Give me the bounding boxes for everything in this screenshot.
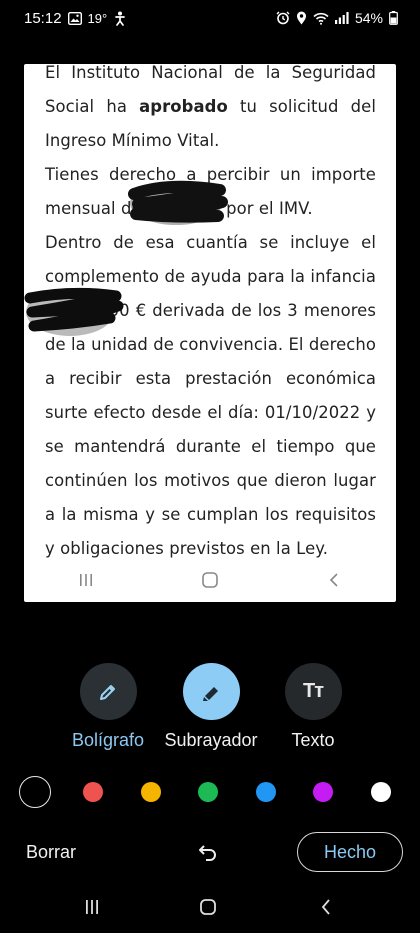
- color-swatch-purple[interactable]: [313, 782, 333, 802]
- alarm-icon: [276, 11, 290, 25]
- document-preview[interactable]: El Instituto Nacional de la Seguridad So…: [24, 64, 396, 602]
- back-icon: [321, 899, 330, 915]
- color-swatch-red[interactable]: [83, 782, 103, 802]
- recent-apps-icon: [66, 565, 106, 595]
- home-icon: [190, 565, 230, 595]
- done-button[interactable]: Hecho: [297, 832, 403, 872]
- editor-actions: Borrar Hecho: [0, 832, 420, 874]
- text-icon-glyph: Tт: [302, 680, 324, 702]
- status-time: 15:12: [24, 9, 62, 27]
- color-swatch-white[interactable]: [371, 782, 391, 802]
- pen-icon: [79, 663, 137, 720]
- back-button[interactable]: [311, 896, 341, 918]
- paragraph-approval: El Instituto Nacional de la Seguridad So…: [45, 64, 376, 150]
- status-battery-percent: 54%: [354, 10, 383, 26]
- highlighter-icon: [182, 663, 240, 720]
- approved-word: aprobado: [139, 97, 228, 116]
- battery-icon: [389, 11, 398, 25]
- status-bar: 15:12 19° 54%: [0, 0, 420, 36]
- color-swatch-yellow[interactable]: [141, 782, 161, 802]
- status-right: 54%: [276, 10, 398, 26]
- text-icon: Tт: [284, 663, 342, 720]
- location-icon: [296, 11, 307, 25]
- back-icon: [314, 565, 354, 595]
- text-tool-label: Texto: [291, 730, 335, 750]
- paragraph-details: Dentro de esa cuantía se incluye el comp…: [45, 233, 376, 558]
- undo-icon: [199, 845, 216, 861]
- status-left: 15:12 19°: [24, 10, 127, 27]
- color-swatch-black[interactable]: [19, 776, 51, 808]
- home-icon: [200, 899, 216, 915]
- home-button[interactable]: [193, 896, 223, 918]
- recent-apps-button[interactable]: [77, 896, 107, 918]
- wifi-icon: [313, 12, 329, 25]
- drawing-tools: Bolígrafo Subrayador Tт Texto: [0, 663, 420, 759]
- pen-tool-button[interactable]: Bolígrafo: [48, 663, 168, 751]
- color-swatch-green[interactable]: [198, 782, 218, 802]
- accessibility-icon: [113, 11, 127, 26]
- color-palette: [0, 775, 420, 809]
- clear-button[interactable]: Borrar: [26, 842, 76, 863]
- color-swatch-blue[interactable]: [256, 782, 276, 802]
- signal-icon: [334, 12, 349, 24]
- pen-tool-label: Bolígrafo: [71, 730, 145, 750]
- gallery-icon: [67, 11, 82, 25]
- redaction-scribble-child-amount: [24, 287, 124, 336]
- undo-button[interactable]: [196, 840, 220, 864]
- redaction-scribble-amount: [128, 180, 228, 225]
- recent-apps-icon: [86, 900, 98, 914]
- captured-navigation-bar: [24, 558, 396, 602]
- system-navigation-bar: [0, 888, 420, 928]
- status-temperature: 19°: [87, 10, 108, 26]
- text-tool-button[interactable]: Tт Texto: [253, 663, 373, 751]
